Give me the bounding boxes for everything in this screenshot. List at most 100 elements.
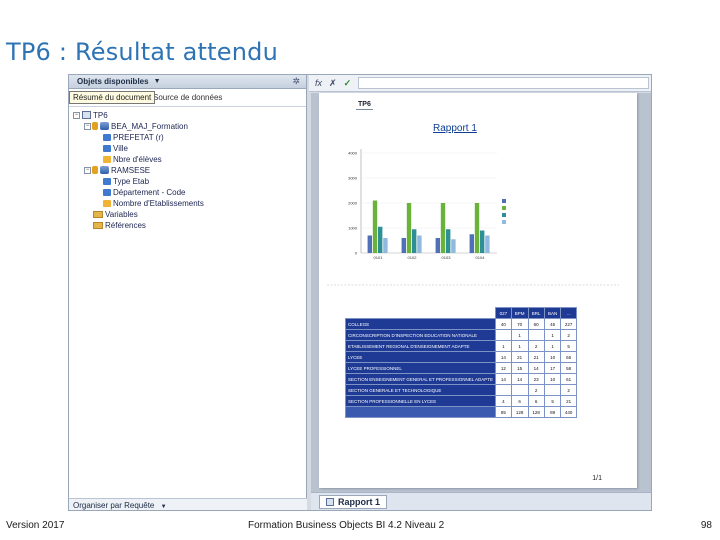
table-cell: 5 xyxy=(560,340,577,352)
row-label: CIRCONSCRIPTION D'INSPECTION EDUCATION N… xyxy=(344,329,497,341)
tree-node-prefetat[interactable]: PREFETAT (r) xyxy=(103,132,164,142)
column-header[interactable]: … xyxy=(560,307,577,319)
table-cell: 85 xyxy=(495,406,512,418)
report-tab-bar: Rapport 1 xyxy=(311,492,651,510)
column-header[interactable]: BRL xyxy=(527,307,545,319)
chart-bar xyxy=(480,230,485,253)
tree-node-ville[interactable]: Ville xyxy=(103,143,128,153)
database-icon xyxy=(100,122,109,130)
table-row[interactable]: SECTION ENSEIGNEMENT GENERAL ET PROFESSI… xyxy=(344,373,577,385)
tree-node-type-etab[interactable]: Type Etab xyxy=(103,176,149,186)
chart-bar xyxy=(417,235,422,253)
tree-node-label: BEA_MAJ_Formation xyxy=(111,121,188,131)
pin-icon[interactable]: ✲ xyxy=(292,76,300,87)
table-cell: 1 xyxy=(510,329,529,341)
table-row[interactable]: 85 128 128 89 440 xyxy=(344,406,577,418)
chart-bar xyxy=(451,239,456,253)
table-row[interactable]: CIRCONSCRIPTION D'INSPECTION EDUCATION N… xyxy=(344,329,577,341)
tree-node-label: TP6 xyxy=(93,110,108,120)
legend-swatch xyxy=(502,220,506,224)
table-cell: 40 xyxy=(495,318,512,330)
table-row[interactable]: SECTION GENERALE ET TECHNOLOGIQUE 2 2 xyxy=(344,384,577,396)
column-header[interactable]: 027 xyxy=(495,307,512,319)
table-cell: 21 xyxy=(560,395,577,407)
table-cell: 61 xyxy=(560,373,577,385)
table-cell xyxy=(510,384,529,396)
chart-bar xyxy=(469,234,474,253)
tree-node-label: Département - Code xyxy=(113,187,186,197)
table-cell: 440 xyxy=(560,406,577,418)
table-cell: 70 xyxy=(510,318,529,330)
table-cell: 1 xyxy=(510,340,529,352)
tree-node-tp6[interactable]: − TP6 xyxy=(73,110,108,120)
chevron-down-icon[interactable]: ▼ xyxy=(154,78,161,85)
tree-node-label: Variables xyxy=(105,209,138,219)
row-label: SECTION GENERALE ET TECHNOLOGIQUE xyxy=(344,384,497,396)
dimension-icon xyxy=(103,133,111,141)
tree-node-ramsese[interactable]: − RAMSESE xyxy=(84,165,150,175)
table-cell: 14 xyxy=(510,373,529,385)
table-cell: 89 xyxy=(543,406,562,418)
available-objects-header[interactable]: Objets disponibles ▼ ✲ xyxy=(69,75,306,89)
table-row[interactable]: LYCEE PROFESSIONNEL 12 15 14 17 58 xyxy=(344,362,577,374)
report-title[interactable]: Rapport 1 xyxy=(433,123,477,134)
tree-node-label: RAMSESE xyxy=(111,165,151,175)
table-row[interactable]: SECTION PROFESSIONNELLE EN LYCEE 4 6 6 5 21 xyxy=(344,395,577,407)
chevron-down-icon[interactable]: ▼ xyxy=(161,504,167,510)
organize-by-query[interactable]: Organiser par Requête ▼ xyxy=(69,498,307,510)
folder-icon xyxy=(93,221,103,229)
table-cell: 66 xyxy=(560,351,577,363)
tree-node-bea-maj-formation[interactable]: − BEA_MAJ_Formation xyxy=(84,121,188,131)
collapse-icon[interactable]: − xyxy=(84,166,91,174)
cancel-icon[interactable]: ✗ xyxy=(329,78,337,89)
table-row[interactable]: ETABLISSEMENT REGIONAL D'ENSEIGNEMENT AD… xyxy=(344,340,577,352)
legend-swatch xyxy=(502,199,506,203)
report-icon xyxy=(82,111,91,119)
row-label: LYCEE PROFESSIONNEL xyxy=(344,362,497,374)
tree-node-departement-code[interactable]: Département - Code xyxy=(103,187,185,197)
tab-data-source[interactable]: Source de données xyxy=(153,93,222,102)
tree-node-variables[interactable]: Variables xyxy=(93,209,138,219)
table-cell: 10 xyxy=(543,351,562,363)
formula-input[interactable] xyxy=(358,77,649,89)
table-cell: 6 xyxy=(510,395,529,407)
column-header[interactable]: BAN xyxy=(543,307,562,319)
crosstab-table[interactable]: 027 BPM BRL BAN… COLLEGE 40 70 60 45 227 CIRCONSCR… xyxy=(344,307,577,418)
formula-icon[interactable]: fx xyxy=(315,78,322,88)
chart-bar xyxy=(446,229,451,253)
bar-chart[interactable]: 0 1000 2000 3000 4000 0101 0102 0103 0104 xyxy=(319,93,637,488)
chart-bar xyxy=(406,203,412,253)
measure-icon xyxy=(103,155,111,163)
tree-node-label: Ville xyxy=(113,143,128,153)
row-label: SECTION PROFESSIONNELLE EN LYCEE xyxy=(344,395,497,407)
tab-rapport-1[interactable]: Rapport 1 xyxy=(319,495,388,509)
report-icon xyxy=(326,498,334,506)
column-header[interactable]: BPM xyxy=(510,307,529,319)
tree-node-nombre-etablissements[interactable]: Nombre d'Etablissements xyxy=(103,198,204,208)
legend-swatch xyxy=(502,213,506,217)
table-cell: 10 xyxy=(543,373,562,385)
row-label: SECTION ENSEIGNEMENT GENERAL ET PROFESSI… xyxy=(344,373,497,385)
y-tick-label: 1000 xyxy=(348,226,358,231)
y-tick-label: 4000 xyxy=(348,151,358,156)
tree-node-nbre-eleves[interactable]: Nbre d'élèves xyxy=(103,154,162,164)
table-cell: 23 xyxy=(527,373,545,385)
row-label xyxy=(344,406,497,418)
tree-node-label: Nombre d'Etablissements xyxy=(113,198,204,208)
report-canvas[interactable]: TP6 Rapport 1 0 1000 2000 3000 4000 0101 0102 0… xyxy=(311,93,651,492)
y-tick-label: 0 xyxy=(355,251,358,256)
table-cell: 2 xyxy=(527,340,545,352)
validate-icon[interactable]: ✓ xyxy=(344,78,352,89)
collapse-icon[interactable]: − xyxy=(73,111,80,119)
tree-node-label: PREFETAT (r) xyxy=(113,132,164,142)
collapse-icon[interactable]: − xyxy=(84,122,91,130)
footer-course: Formation Business Objects BI 4.2 Niveau… xyxy=(248,520,445,531)
footer-version: Version 2017 xyxy=(6,520,65,531)
chart-bar xyxy=(383,238,388,253)
table-cell: 58 xyxy=(560,362,577,374)
tree-node-references[interactable]: Références xyxy=(93,220,146,230)
table-cell: 1 xyxy=(495,340,512,352)
lock-icon xyxy=(92,122,98,130)
table-row[interactable]: COLLEGE 40 70 60 45 227 xyxy=(344,318,577,330)
table-row[interactable]: LYCEE 14 21 21 10 66 xyxy=(344,351,577,363)
